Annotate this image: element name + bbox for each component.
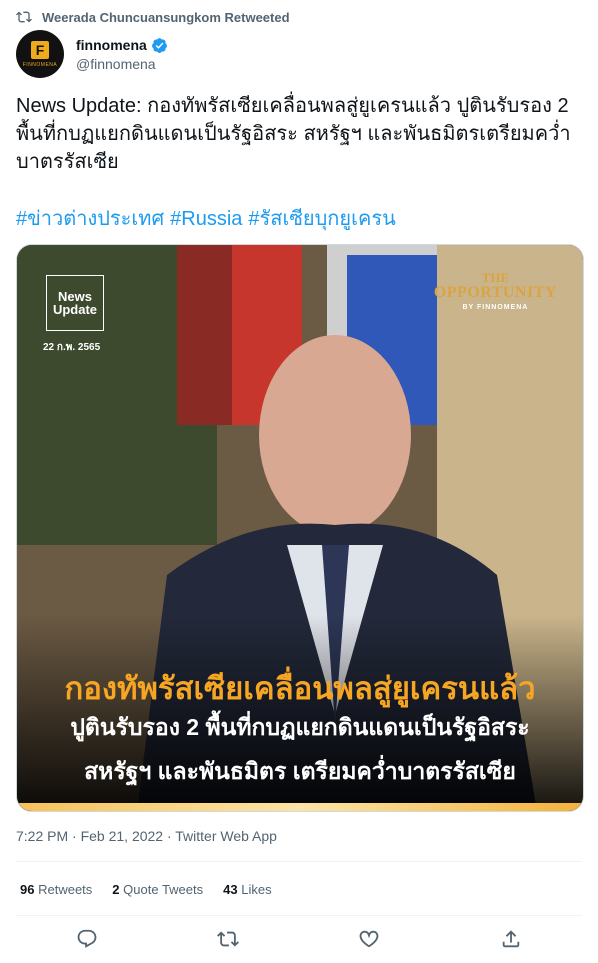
author-handle[interactable]: @finnomena — [76, 56, 168, 72]
hashtag-link[interactable]: #Russia — [170, 208, 242, 230]
retweets-label: Retweets — [38, 882, 93, 897]
media-headline-3: สหรัฐฯ และพันธมิตร เตรียมคว่ำบาตรรัสเซีย — [84, 758, 516, 784]
retweet-indicator[interactable]: Weerada Chuncuansungkom Retweeted — [16, 8, 290, 26]
gold-bar — [17, 803, 583, 811]
media-date: 22 ก.พ. 2565 — [43, 342, 101, 353]
avatar[interactable]: F FINNOMENA — [16, 30, 64, 78]
avatar-logo-letter: F — [31, 40, 49, 59]
tweet-text: News Update: กองทัพรัสเซียเคลื่อนพลสู่ยู… — [16, 95, 575, 173]
brand-the: THE — [481, 270, 510, 285]
media-headline-1: กองทัพรัสเซียเคลื่อนพลสู่ยูเครนแล้ว — [64, 671, 536, 706]
divider — [16, 861, 582, 862]
likes-stat[interactable]: 43 Likes — [223, 882, 271, 897]
reply-icon[interactable] — [76, 928, 98, 950]
quotes-count: 2 — [112, 882, 120, 897]
tweet-actions — [0, 928, 598, 952]
quotes-label: Quote Tweets — [123, 882, 204, 897]
retweets-stat[interactable]: 96 Retweets — [20, 882, 92, 897]
share-icon[interactable] — [500, 928, 522, 950]
hashtag-link[interactable]: #รัสเซียบุกยูเครน — [248, 208, 395, 230]
hashtag-link[interactable]: #ข่าวต่างประเทศ — [16, 208, 164, 230]
retweet-button-icon[interactable] — [217, 928, 239, 950]
author-name[interactable]: finnomena — [76, 37, 147, 53]
like-icon[interactable] — [358, 928, 380, 950]
tweet-stats: 96 Retweets 2 Quote Tweets 43 Likes — [20, 882, 272, 897]
retweets-count: 96 — [20, 882, 35, 897]
avatar-logo-text: FINNOMENA — [22, 61, 58, 68]
tweet-author[interactable]: F FINNOMENA finnomena @finnomena — [16, 30, 168, 78]
quotes-stat[interactable]: 2 Quote Tweets — [112, 882, 203, 897]
hashtags: #ข่าวต่างประเทศ #Russia #รัสเซียบุกยูเครน — [16, 205, 586, 233]
brand-opportunity: OPPORTUNITY — [433, 284, 557, 301]
author-names: finnomena @finnomena — [76, 37, 168, 72]
likes-count: 43 — [223, 882, 238, 897]
retweet-text: Weerada Chuncuansungkom Retweeted — [42, 9, 290, 25]
likes-label: Likes — [241, 882, 272, 897]
badge-line2: Update — [52, 302, 98, 317]
news-update-badge: News Update — [46, 275, 104, 331]
brand-logo: THE OPPORTUNITY BY FINNOMENA — [433, 270, 557, 312]
divider — [16, 915, 582, 916]
media-headline-2: ปูตินรับรอง 2 พื้นที่กบฏแยกดินแดนเป็นรัฐ… — [70, 714, 530, 740]
verified-icon — [151, 37, 167, 53]
retweet-icon — [16, 11, 32, 23]
tweet-timestamp[interactable]: 7:22 PM · Feb 21, 2022 · Twitter Web App — [16, 828, 277, 844]
brand-by: BY FINNOMENA — [462, 304, 529, 311]
author-name-line: finnomena — [76, 37, 168, 54]
tweet-media-image[interactable]: News Update 22 ก.พ. 2565 THE OPPORTUNITY… — [16, 244, 584, 812]
